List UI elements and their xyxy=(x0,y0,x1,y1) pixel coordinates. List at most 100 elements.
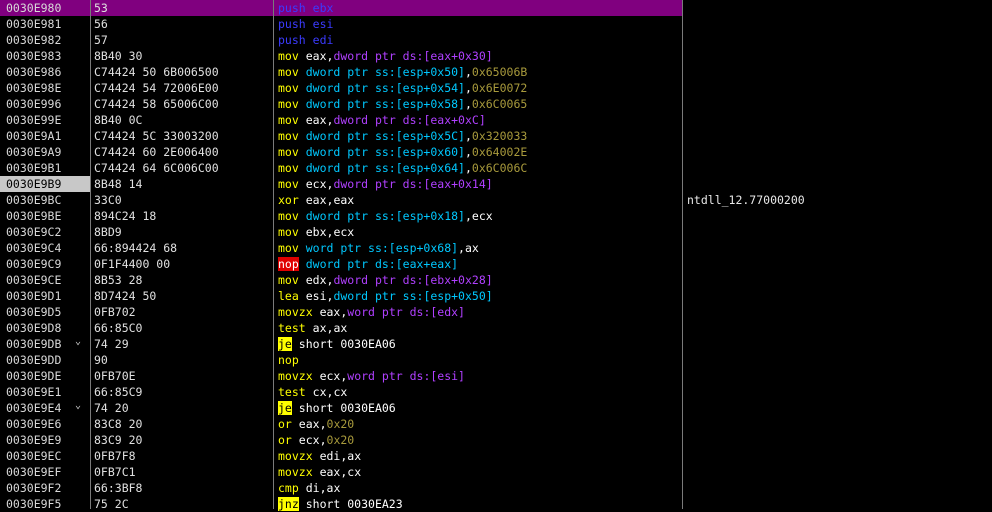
row-instruction[interactable]: mov dword ptr ss:[esp+0x5C],0x320033 xyxy=(274,128,527,144)
row-address[interactable]: 0030E9C9 xyxy=(0,256,90,272)
row-instruction[interactable]: or ecx,0x20 xyxy=(274,432,354,448)
row-hex-bytes[interactable]: 83C8 20 xyxy=(91,416,142,432)
row-instruction[interactable]: mov eax,dword ptr ds:[eax+0xC] xyxy=(274,112,486,128)
row-hex-bytes[interactable]: 53 xyxy=(91,0,108,16)
row-comment[interactable]: ntdll_12.77000200 xyxy=(683,192,805,208)
row-instruction[interactable]: mov dword ptr ss:[esp+0x50],0x65006B xyxy=(274,64,527,80)
row-address[interactable]: 0030E9CE xyxy=(0,272,90,288)
row-address[interactable]: 0030E9EC xyxy=(0,448,90,464)
row-address[interactable]: 0030E9E6 xyxy=(0,416,90,432)
row-hex-bytes[interactable]: 0FB702 xyxy=(91,304,136,320)
row-instruction[interactable]: movzx edi,ax xyxy=(274,448,361,464)
row-hex-bytes[interactable]: 0F1F4400 00 xyxy=(91,256,170,272)
row-instruction[interactable]: test cx,cx xyxy=(274,384,347,400)
row-address[interactable]: 0030E9E1 xyxy=(0,384,90,400)
row-address[interactable]: 0030E980 xyxy=(0,0,90,16)
row-instruction[interactable]: mov ecx,dword ptr ds:[eax+0x14] xyxy=(274,176,493,192)
instruction-operand: dword ptr ds:[eax+eax] xyxy=(305,257,459,271)
row-address[interactable]: 0030E9BC xyxy=(0,192,90,208)
row-instruction[interactable]: nop dword ptr ds:[eax+eax] xyxy=(274,256,458,272)
row-hex-bytes[interactable]: 8B53 28 xyxy=(91,272,142,288)
row-hex-bytes[interactable]: C74424 50 6B006500 xyxy=(91,64,219,80)
row-address[interactable]: 0030E983 xyxy=(0,48,90,64)
row-instruction[interactable]: movzx eax,word ptr ds:[edx] xyxy=(274,304,465,320)
row-hex-bytes[interactable]: 8B40 0C xyxy=(91,112,142,128)
row-hex-bytes[interactable]: 74 20 xyxy=(91,400,129,416)
row-instruction[interactable]: cmp di,ax xyxy=(274,480,340,496)
row-hex-bytes[interactable]: 66:894424 68 xyxy=(91,240,177,256)
row-hex-bytes[interactable]: 83C9 20 xyxy=(91,432,142,448)
row-instruction[interactable]: jnz short 0030EA23 xyxy=(274,496,403,512)
row-instruction[interactable]: mov eax,dword ptr ds:[eax+0x30] xyxy=(274,48,493,64)
row-instruction[interactable]: test ax,ax xyxy=(274,320,347,336)
row-instruction[interactable]: push esi xyxy=(274,16,333,32)
row-address[interactable]: 0030E9D1 xyxy=(0,288,90,304)
row-hex-bytes[interactable]: 8BD9 xyxy=(91,224,122,240)
row-hex-bytes[interactable]: 56 xyxy=(91,16,108,32)
row-instruction[interactable]: movzx eax,cx xyxy=(274,464,361,480)
row-hex-bytes[interactable]: 894C24 18 xyxy=(91,208,156,224)
row-hex-bytes[interactable]: 0FB70E xyxy=(91,368,136,384)
row-hex-bytes[interactable]: C74424 64 6C006C00 xyxy=(91,160,219,176)
row-address[interactable]: 0030E996 xyxy=(0,96,90,112)
row-instruction[interactable]: movzx ecx,word ptr ds:[esi] xyxy=(274,368,465,384)
row-address[interactable]: 0030E9F5 xyxy=(0,496,90,512)
row-hex-bytes[interactable]: 66:85C9 xyxy=(91,384,142,400)
row-instruction[interactable]: je short 0030EA06 xyxy=(274,400,396,416)
row-instruction[interactable]: or eax,0x20 xyxy=(274,416,354,432)
row-instruction[interactable]: mov dword ptr ss:[esp+0x54],0x6E0072 xyxy=(274,80,527,96)
row-address[interactable]: 0030E982 xyxy=(0,32,90,48)
row-address[interactable]: 0030E9B1 xyxy=(0,160,90,176)
row-address[interactable]: 0030E9F2 xyxy=(0,480,90,496)
row-instruction[interactable]: mov edx,dword ptr ds:[ebx+0x28] xyxy=(274,272,493,288)
row-instruction[interactable]: je short 0030EA06 xyxy=(274,336,396,352)
row-hex-bytes[interactable]: 8B40 30 xyxy=(91,48,142,64)
disassembly-column[interactable]: push ebx push esi push edi mov eax,dword pt… xyxy=(274,0,682,512)
row-address[interactable]: 0030E9DE xyxy=(0,368,90,384)
row-hex-bytes[interactable]: 33C0 xyxy=(91,192,122,208)
row-address[interactable]: 0030E9C4 xyxy=(0,240,90,256)
row-instruction[interactable]: mov dword ptr ss:[esp+0x64],0x6C006C xyxy=(274,160,527,176)
address-column[interactable]: 0030E980 0030E981 0030E982 0030E983 0030E986… xyxy=(0,0,90,512)
row-instruction[interactable]: push edi xyxy=(274,32,333,48)
row-address[interactable]: 0030E981 xyxy=(0,16,90,32)
row-address[interactable]: 0030E9E9 xyxy=(0,432,90,448)
row-hex-bytes[interactable]: 75 2C xyxy=(91,496,129,512)
row-address[interactable]: 0030E9BE xyxy=(0,208,90,224)
row-instruction[interactable]: xor eax,eax xyxy=(274,192,354,208)
row-instruction[interactable]: push ebx xyxy=(274,0,333,16)
row-hex-bytes[interactable]: C74424 60 2E006400 xyxy=(91,144,219,160)
comments-column[interactable]: ntdll_12.77000200 xyxy=(683,0,992,509)
row-instruction[interactable]: mov dword ptr ss:[esp+0x58],0x6C0065 xyxy=(274,96,527,112)
row-address[interactable]: 0030E9A1 xyxy=(0,128,90,144)
row-hex-bytes[interactable]: 0FB7F8 xyxy=(91,448,136,464)
row-address[interactable]: 0030E9B9 xyxy=(0,176,90,192)
row-instruction[interactable]: mov dword ptr ss:[esp+0x60],0x64002E xyxy=(274,144,527,160)
row-hex-bytes[interactable]: 8B48 14 xyxy=(91,176,142,192)
row-hex-bytes[interactable]: 66:3BF8 xyxy=(91,480,142,496)
row-instruction[interactable]: lea esi,dword ptr ss:[esp+0x50] xyxy=(274,288,493,304)
row-address[interactable]: 0030E9A9 xyxy=(0,144,90,160)
row-instruction[interactable]: mov word ptr ss:[esp+0x68],ax xyxy=(274,240,479,256)
row-hex-bytes[interactable]: C74424 58 65006C00 xyxy=(91,96,219,112)
row-instruction[interactable]: mov ebx,ecx xyxy=(274,224,354,240)
row-hex-bytes[interactable]: 90 xyxy=(91,352,108,368)
row-hex-bytes[interactable]: 57 xyxy=(91,32,108,48)
row-hex-bytes[interactable]: C74424 5C 33003200 xyxy=(91,128,219,144)
row-address[interactable]: 0030E9C2 xyxy=(0,224,90,240)
row-hex-bytes[interactable]: 8D7424 50 xyxy=(91,288,156,304)
row-address[interactable]: 0030E9D8 xyxy=(0,320,90,336)
row-address[interactable]: 0030E986 xyxy=(0,64,90,80)
row-hex-bytes[interactable]: 74 29 xyxy=(91,336,129,352)
row-address[interactable]: 0030E99E xyxy=(0,112,90,128)
row-address[interactable]: 0030E9EF xyxy=(0,464,90,480)
row-hex-bytes[interactable]: 66:85C0 xyxy=(91,320,142,336)
row-instruction[interactable]: nop xyxy=(274,352,299,368)
row-address[interactable]: 0030E9DD xyxy=(0,352,90,368)
row-hex-bytes[interactable]: C74424 54 72006E00 xyxy=(91,80,219,96)
hex-bytes-column[interactable]: 53 56 57 8B40 30 C74424 50 6B006500 C74424 54… xyxy=(91,0,273,512)
row-address[interactable]: 0030E98E xyxy=(0,80,90,96)
row-hex-bytes[interactable]: 0FB7C1 xyxy=(91,464,136,480)
row-instruction[interactable]: mov dword ptr ss:[esp+0x18],ecx xyxy=(274,208,493,224)
row-address[interactable]: 0030E9D5 xyxy=(0,304,90,320)
